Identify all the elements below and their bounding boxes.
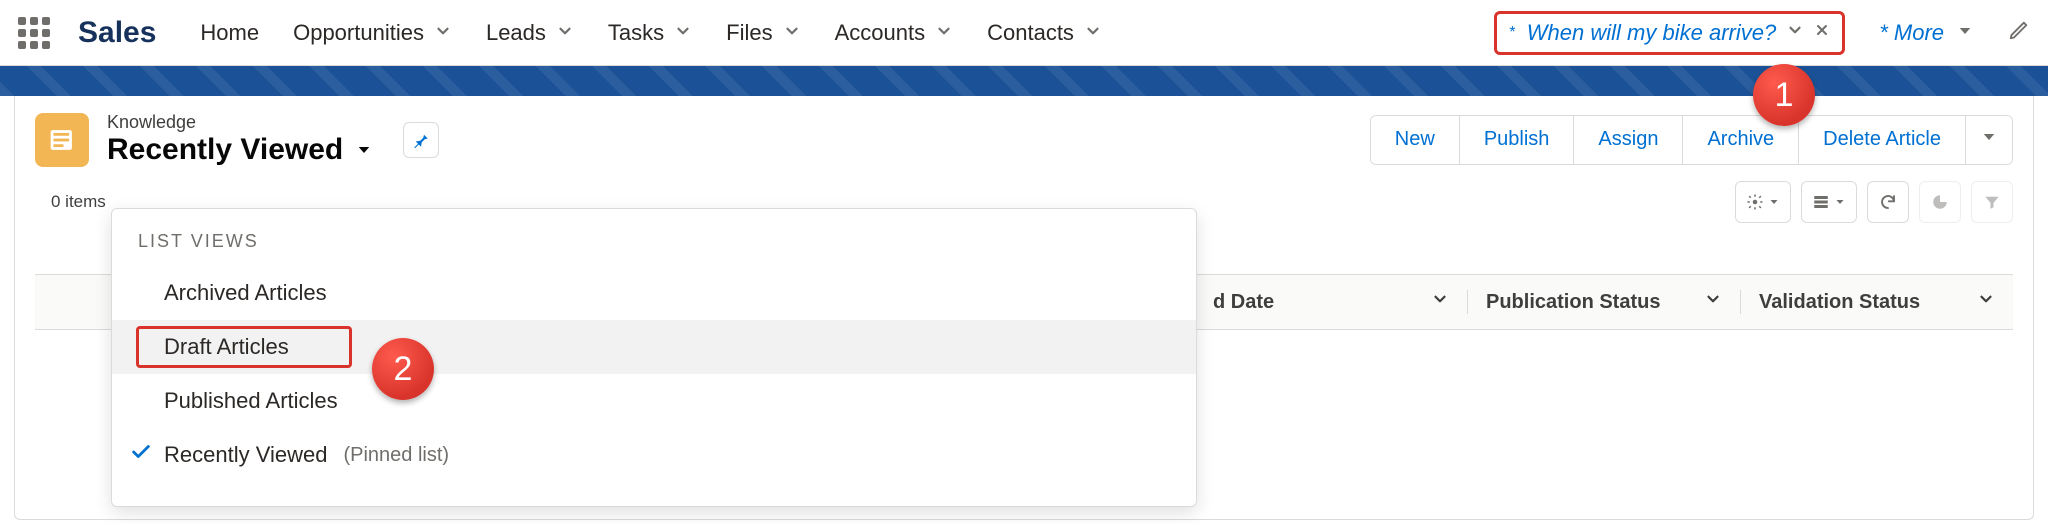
list-view-option-archived[interactable]: Archived Articles — [112, 266, 1196, 320]
delete-article-button[interactable]: Delete Article — [1799, 116, 1966, 164]
assign-button[interactable]: Assign — [1574, 116, 1683, 164]
new-button[interactable]: New — [1371, 116, 1460, 164]
knowledge-icon — [35, 113, 89, 167]
publish-button[interactable]: Publish — [1460, 116, 1575, 164]
items-count: 0 items — [51, 192, 106, 212]
chart-button[interactable] — [1919, 181, 1961, 223]
caret-down-icon — [1956, 20, 1974, 46]
action-button-group: New Publish Assign Archive Delete Articl… — [1370, 115, 2013, 165]
list-view-option-label: Recently Viewed — [164, 442, 327, 468]
display-as-button[interactable] — [1801, 181, 1857, 223]
nav-more[interactable]: * More — [1879, 20, 1974, 46]
annotation-badge-2: 2 — [372, 338, 434, 400]
chevron-down-icon[interactable] — [1084, 20, 1102, 46]
list-view-name: Recently Viewed — [107, 133, 343, 167]
chevron-down-icon[interactable] — [1431, 290, 1449, 314]
list-view-option-label: Archived Articles — [164, 280, 327, 306]
column-header-label: d Date — [1213, 291, 1274, 314]
nav-item-tasks[interactable]: Tasks — [608, 20, 692, 46]
check-icon — [130, 441, 152, 469]
list-settings-button[interactable] — [1735, 181, 1791, 223]
chevron-down-icon[interactable] — [1977, 290, 1995, 314]
annotation-badge-1: 1 — [1753, 64, 1815, 126]
list-view-option-label: Published Articles — [164, 388, 338, 414]
chevron-down-icon[interactable] — [1704, 290, 1722, 314]
list-view-option-published[interactable]: Published Articles — [112, 374, 1196, 428]
dirty-indicator: * — [1509, 24, 1515, 42]
column-header-publication-status[interactable]: Publication Status — [1468, 290, 1741, 314]
filter-button[interactable] — [1971, 181, 2013, 223]
list-view-option-label: Draft Articles — [164, 334, 289, 360]
nav-more-label: * More — [1879, 20, 1944, 46]
chevron-down-icon[interactable] — [556, 20, 574, 46]
nav-item-accounts[interactable]: Accounts — [835, 20, 954, 46]
chevron-down-icon[interactable] — [935, 20, 953, 46]
edit-nav-icon[interactable] — [2008, 19, 2030, 46]
column-header-validation-status[interactable]: Validation Status — [1741, 290, 2013, 314]
app-name: Sales — [78, 16, 156, 50]
global-nav: Sales Home Opportunities Leads Tasks Fil… — [0, 0, 2048, 66]
header-actions: New Publish Assign Archive Delete Articl… — [1370, 115, 2013, 165]
context-bar — [0, 66, 2048, 96]
nav-item-opportunities[interactable]: Opportunities — [293, 20, 452, 46]
page-card: Knowledge Recently Viewed New Publish As… — [14, 96, 2034, 520]
workspace-tab-label: When will my bike arrive? — [1527, 20, 1776, 46]
pin-list-button[interactable] — [403, 122, 439, 158]
refresh-button[interactable] — [1867, 181, 1909, 223]
workspace-tab-active[interactable]: * When will my bike arrive? — [1494, 11, 1846, 55]
list-views-dropdown: LIST VIEWS Archived Articles Draft Artic… — [111, 208, 1197, 507]
column-header-label: Publication Status — [1486, 291, 1660, 314]
nav-item-label: Home — [200, 20, 259, 46]
nav-item-leads[interactable]: Leads — [486, 20, 574, 46]
nav-item-label: Files — [726, 20, 772, 46]
list-view-switcher[interactable]: Recently Viewed — [107, 133, 373, 167]
nav-items: Home Opportunities Leads Tasks Files Acc… — [200, 20, 1102, 46]
column-header-date[interactable]: d Date — [1195, 290, 1468, 314]
pinned-note: (Pinned list) — [343, 444, 449, 467]
list-view-option-recently-viewed[interactable]: Recently Viewed (Pinned list) — [112, 428, 1196, 482]
list-views-heading: LIST VIEWS — [112, 225, 1196, 266]
nav-item-files[interactable]: Files — [726, 20, 800, 46]
nav-item-label: Contacts — [987, 20, 1074, 46]
object-label: Knowledge — [107, 112, 373, 133]
caret-down-icon — [355, 133, 373, 167]
more-actions-button[interactable] — [1966, 116, 2012, 164]
chevron-down-icon[interactable] — [434, 20, 452, 46]
nav-item-contacts[interactable]: Contacts — [987, 20, 1102, 46]
chevron-down-icon[interactable] — [783, 20, 801, 46]
nav-item-label: Opportunities — [293, 20, 424, 46]
chevron-down-icon[interactable] — [1786, 21, 1804, 44]
page-header: Knowledge Recently Viewed New Publish As… — [15, 96, 2033, 173]
column-header-label: Validation Status — [1759, 291, 1920, 314]
list-toolbar — [1735, 181, 2013, 223]
list-view-option-draft[interactable]: Draft Articles — [112, 320, 1196, 374]
nav-item-label: Accounts — [835, 20, 926, 46]
nav-item-label: Leads — [486, 20, 546, 46]
app-launcher-icon[interactable] — [18, 17, 50, 49]
nav-item-label: Tasks — [608, 20, 664, 46]
nav-item-home[interactable]: Home — [200, 20, 259, 46]
chevron-down-icon[interactable] — [674, 20, 692, 46]
close-tab-icon[interactable] — [1814, 22, 1830, 43]
